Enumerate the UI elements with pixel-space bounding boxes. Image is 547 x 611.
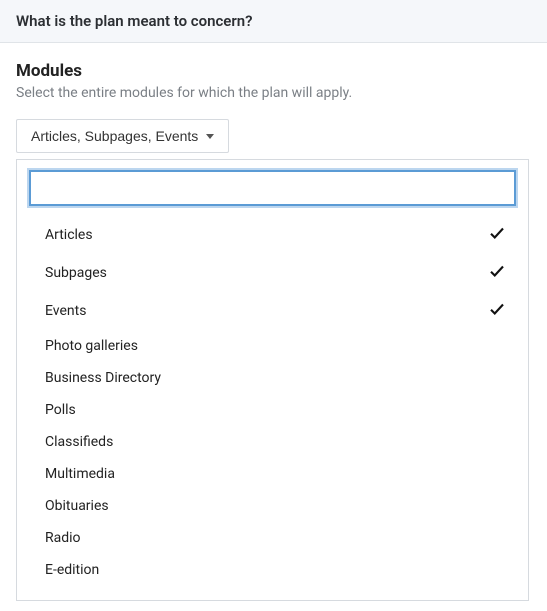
content-area: Modules Select the entire modules for wh… [0, 43, 547, 601]
caret-down-icon [206, 134, 214, 139]
modules-option[interactable]: Polls [29, 394, 516, 426]
modules-option-label: Classifieds [45, 434, 113, 450]
page-title: What is the plan meant to concern? [16, 12, 531, 30]
modules-option[interactable]: Events [29, 292, 516, 330]
check-icon [488, 300, 506, 322]
modules-option[interactable]: Radio [29, 522, 516, 554]
modules-option-label: Subpages [45, 265, 107, 281]
modules-option-label: Business Directory [45, 370, 161, 386]
modules-dropdown-label: Articles, Subpages, Events [31, 128, 198, 144]
modules-option-label: Articles [45, 227, 93, 243]
modules-option-label: E-edition [45, 562, 99, 578]
modules-dropdown-panel: Articles Subpages Events Photo galleries Bus… [16, 159, 529, 601]
check-icon [488, 224, 506, 246]
modules-option[interactable]: E-edition [29, 554, 516, 586]
header-bar: What is the plan meant to concern? [0, 0, 547, 43]
modules-option-label: Obituaries [45, 498, 109, 514]
modules-option[interactable]: Subpages [29, 254, 516, 292]
modules-option[interactable]: Classifieds [29, 426, 516, 458]
modules-search-input[interactable] [29, 170, 516, 206]
section-title: Modules [16, 61, 531, 81]
modules-option[interactable]: Business Directory [29, 362, 516, 394]
modules-option[interactable]: Articles [29, 216, 516, 254]
section-description: Select the entire modules for which the … [16, 85, 531, 101]
modules-option-label: Photo galleries [45, 338, 138, 354]
modules-option-list: Articles Subpages Events Photo galleries Bus… [29, 216, 516, 586]
modules-option-label: Multimedia [45, 466, 115, 482]
modules-option[interactable]: Obituaries [29, 490, 516, 522]
modules-option-label: Events [45, 303, 86, 319]
modules-option[interactable]: Multimedia [29, 458, 516, 490]
modules-option-label: Polls [45, 402, 76, 418]
modules-option[interactable]: Photo galleries [29, 330, 516, 362]
modules-dropdown-button[interactable]: Articles, Subpages, Events [16, 119, 229, 153]
modules-option-label: Radio [45, 530, 81, 546]
check-icon [488, 262, 506, 284]
